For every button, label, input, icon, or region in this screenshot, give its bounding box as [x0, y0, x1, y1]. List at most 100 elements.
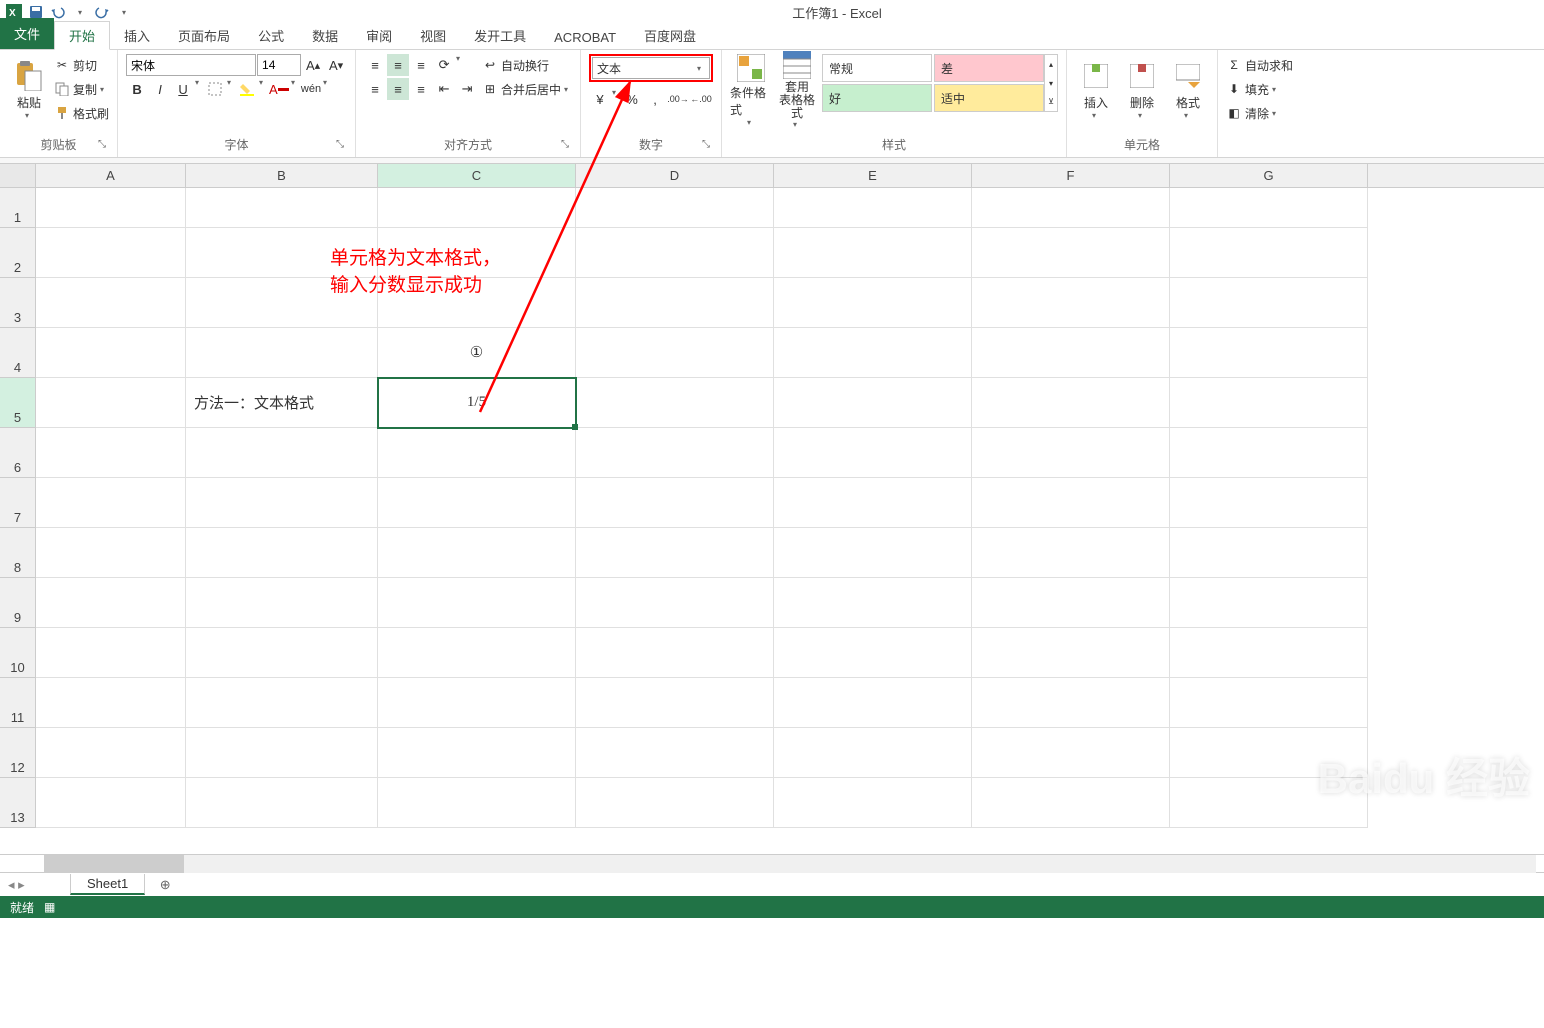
cell-C13[interactable]: [378, 778, 576, 828]
alignment-launcher[interactable]: ⤡: [558, 139, 572, 153]
align-top-button[interactable]: ≡: [364, 54, 386, 76]
cell-G5[interactable]: [1170, 378, 1368, 428]
row-header-11[interactable]: 11: [0, 678, 36, 728]
redo-button[interactable]: [92, 2, 112, 22]
tab-insert[interactable]: 插入: [110, 22, 164, 49]
horizontal-scrollbar[interactable]: [44, 855, 1536, 873]
tab-acrobat[interactable]: ACROBAT: [540, 26, 630, 49]
cell-G10[interactable]: [1170, 628, 1368, 678]
redo-dropdown[interactable]: ▾: [114, 2, 134, 22]
cell-F6[interactable]: [972, 428, 1170, 478]
tab-view[interactable]: 视图: [406, 22, 460, 49]
fill-button[interactable]: ⬇填充▾: [1226, 78, 1280, 100]
row-header-5[interactable]: 5: [0, 378, 36, 428]
cell-B13[interactable]: [186, 778, 378, 828]
worksheet-grid[interactable]: ABCDEFG 1234①5方法一：文本格式1/5678910111213 单元…: [0, 164, 1544, 854]
cell-A3[interactable]: [36, 278, 186, 328]
format-cells-button[interactable]: 格式▾: [1167, 54, 1209, 126]
cell-A12[interactable]: [36, 728, 186, 778]
underline-button[interactable]: U: [172, 78, 194, 100]
cell-G1[interactable]: [1170, 188, 1368, 228]
cell-B11[interactable]: [186, 678, 378, 728]
select-all-corner[interactable]: [0, 164, 36, 187]
border-button[interactable]: [204, 78, 226, 100]
style-gallery-more[interactable]: ▴▾⊻: [1044, 54, 1058, 112]
delete-cells-button[interactable]: 删除▾: [1121, 54, 1163, 126]
cell-D6[interactable]: [576, 428, 774, 478]
cell-A10[interactable]: [36, 628, 186, 678]
cell-D12[interactable]: [576, 728, 774, 778]
cell-E1[interactable]: [774, 188, 972, 228]
cell-B4[interactable]: [186, 328, 378, 378]
style-bad[interactable]: 差: [934, 54, 1044, 82]
cell-G11[interactable]: [1170, 678, 1368, 728]
cell-B10[interactable]: [186, 628, 378, 678]
cell-G9[interactable]: [1170, 578, 1368, 628]
cell-A1[interactable]: [36, 188, 186, 228]
conditional-format-button[interactable]: 条件格式▾: [730, 54, 772, 126]
tab-baidu[interactable]: 百度网盘: [630, 22, 710, 49]
phonetic-button[interactable]: wén: [300, 78, 322, 100]
number-launcher[interactable]: ⤡: [699, 139, 713, 153]
decrease-decimal-button[interactable]: ←.00: [690, 88, 712, 110]
font-color-button[interactable]: A: [268, 78, 290, 100]
cell-styles-gallery[interactable]: 常规 差 好 适中: [822, 54, 1044, 112]
cell-B6[interactable]: [186, 428, 378, 478]
cell-F2[interactable]: [972, 228, 1170, 278]
comma-button[interactable]: ,: [644, 88, 666, 110]
cell-F1[interactable]: [972, 188, 1170, 228]
row-header-3[interactable]: 3: [0, 278, 36, 328]
col-header-E[interactable]: E: [774, 164, 972, 187]
cell-D4[interactable]: [576, 328, 774, 378]
row-header-6[interactable]: 6: [0, 428, 36, 478]
tab-developer[interactable]: 发开工具: [460, 22, 540, 49]
currency-button[interactable]: ¥: [589, 88, 611, 110]
insert-cells-button[interactable]: 插入▾: [1075, 54, 1117, 126]
cell-E4[interactable]: [774, 328, 972, 378]
cell-F5[interactable]: [972, 378, 1170, 428]
macro-record-icon[interactable]: ▦: [44, 900, 55, 914]
autosum-button[interactable]: Σ自动求和: [1226, 54, 1293, 76]
cell-G13[interactable]: [1170, 778, 1368, 828]
font-name-select[interactable]: [126, 54, 256, 76]
cell-C7[interactable]: [378, 478, 576, 528]
style-neutral[interactable]: 适中: [934, 84, 1044, 112]
style-good[interactable]: 好: [822, 84, 932, 112]
cell-A4[interactable]: [36, 328, 186, 378]
cell-A8[interactable]: [36, 528, 186, 578]
decrease-font-button[interactable]: A▾: [325, 54, 347, 76]
increase-font-button[interactable]: A▴: [302, 54, 324, 76]
col-header-F[interactable]: F: [972, 164, 1170, 187]
cell-E12[interactable]: [774, 728, 972, 778]
cell-D5[interactable]: [576, 378, 774, 428]
undo-dropdown[interactable]: ▾: [70, 2, 90, 22]
number-format-select[interactable]: 文本▾: [592, 57, 710, 79]
cell-G4[interactable]: [1170, 328, 1368, 378]
col-header-C[interactable]: C: [378, 164, 576, 187]
cell-E9[interactable]: [774, 578, 972, 628]
cell-D8[interactable]: [576, 528, 774, 578]
row-header-7[interactable]: 7: [0, 478, 36, 528]
cell-F7[interactable]: [972, 478, 1170, 528]
cell-E13[interactable]: [774, 778, 972, 828]
tab-file[interactable]: 文件: [0, 18, 54, 49]
align-left-button[interactable]: ≡: [364, 78, 386, 100]
font-size-select[interactable]: [257, 54, 301, 76]
row-header-2[interactable]: 2: [0, 228, 36, 278]
cell-F12[interactable]: [972, 728, 1170, 778]
cell-E10[interactable]: [774, 628, 972, 678]
cell-D10[interactable]: [576, 628, 774, 678]
paste-button[interactable]: 粘贴 ▾: [8, 54, 50, 126]
cell-G3[interactable]: [1170, 278, 1368, 328]
cell-B8[interactable]: [186, 528, 378, 578]
col-header-D[interactable]: D: [576, 164, 774, 187]
cell-D11[interactable]: [576, 678, 774, 728]
wrap-text-button[interactable]: ↩自动换行: [482, 54, 572, 76]
cell-C5[interactable]: 1/5: [378, 378, 576, 428]
format-painter-button[interactable]: 格式刷: [54, 102, 109, 124]
cell-F9[interactable]: [972, 578, 1170, 628]
cell-B12[interactable]: [186, 728, 378, 778]
percent-button[interactable]: %: [621, 88, 643, 110]
cell-E8[interactable]: [774, 528, 972, 578]
align-right-button[interactable]: ≡: [410, 78, 432, 100]
